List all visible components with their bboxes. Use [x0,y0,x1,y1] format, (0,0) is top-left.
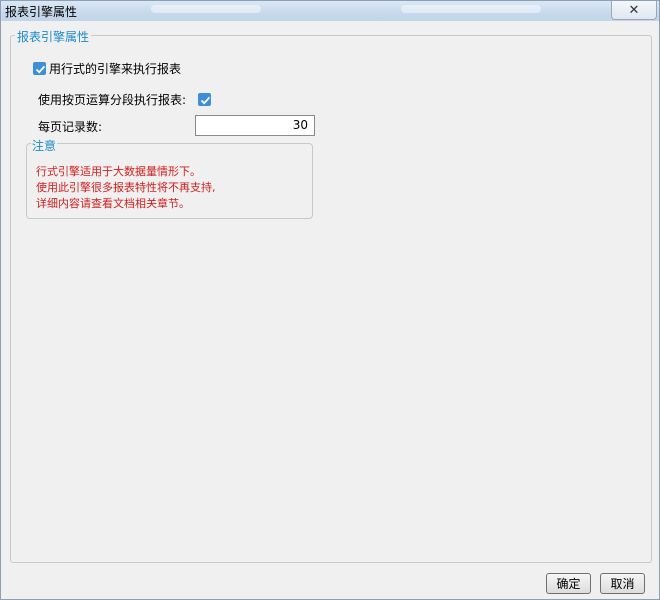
checkmark-icon [35,65,46,74]
title-background-blur [401,5,541,13]
records-per-page-option: 每页记录数: [38,118,102,135]
note-legend: 注意 [31,137,58,154]
window-title: 报表引擎属性 [5,5,78,19]
records-per-page-input[interactable]: 30 [195,115,315,136]
note-text: 行式引擎适用于大数据量情形下。 使用此引擎很多报表特性将不再支持, 详细内容请查… [36,164,216,212]
ok-button[interactable]: 确定 [546,573,591,594]
records-per-page-label: 每页记录数: [38,120,103,134]
cancel-button[interactable]: 取消 [600,573,645,594]
paging-label: 使用按页运算分段执行报表: [38,93,187,107]
note-line: 使用此引擎很多报表特性将不再支持, [36,181,216,194]
row-engine-checkbox[interactable] [33,62,46,75]
engine-properties-group: 报表引擎属性 [10,28,652,563]
note-line: 行式引擎适用于大数据量情形下。 [36,165,201,178]
title-background-blur [151,5,261,13]
note-line: 详细内容请查看文档相关章节。 [36,197,190,210]
dialog-body: 报表引擎属性 用行式的引擎来执行报表 使用按页运算分段执行报表: 每页记录数: … [2,21,659,599]
note-box: 注意 行式引擎适用于大数据量情形下。 使用此引擎很多报表特性将不再支持, 详细内… [26,137,313,219]
title-bar[interactable]: 报表引擎属性 ✕ [1,1,659,21]
close-icon: ✕ [628,2,640,18]
group-legend: 报表引擎属性 [15,28,92,45]
paging-checkbox[interactable] [198,93,212,106]
close-button[interactable]: ✕ [611,1,657,20]
paging-option: 使用按页运算分段执行报表: [38,91,212,108]
checkmark-icon [200,96,211,105]
dialog-window: 报表引擎属性 ✕ 报表引擎属性 用行式的引擎来执行报表 使用按页运算分段执行报表… [0,0,660,600]
row-engine-option[interactable]: 用行式的引擎来执行报表 [33,60,181,77]
row-engine-label: 用行式的引擎来执行报表 [49,62,182,76]
